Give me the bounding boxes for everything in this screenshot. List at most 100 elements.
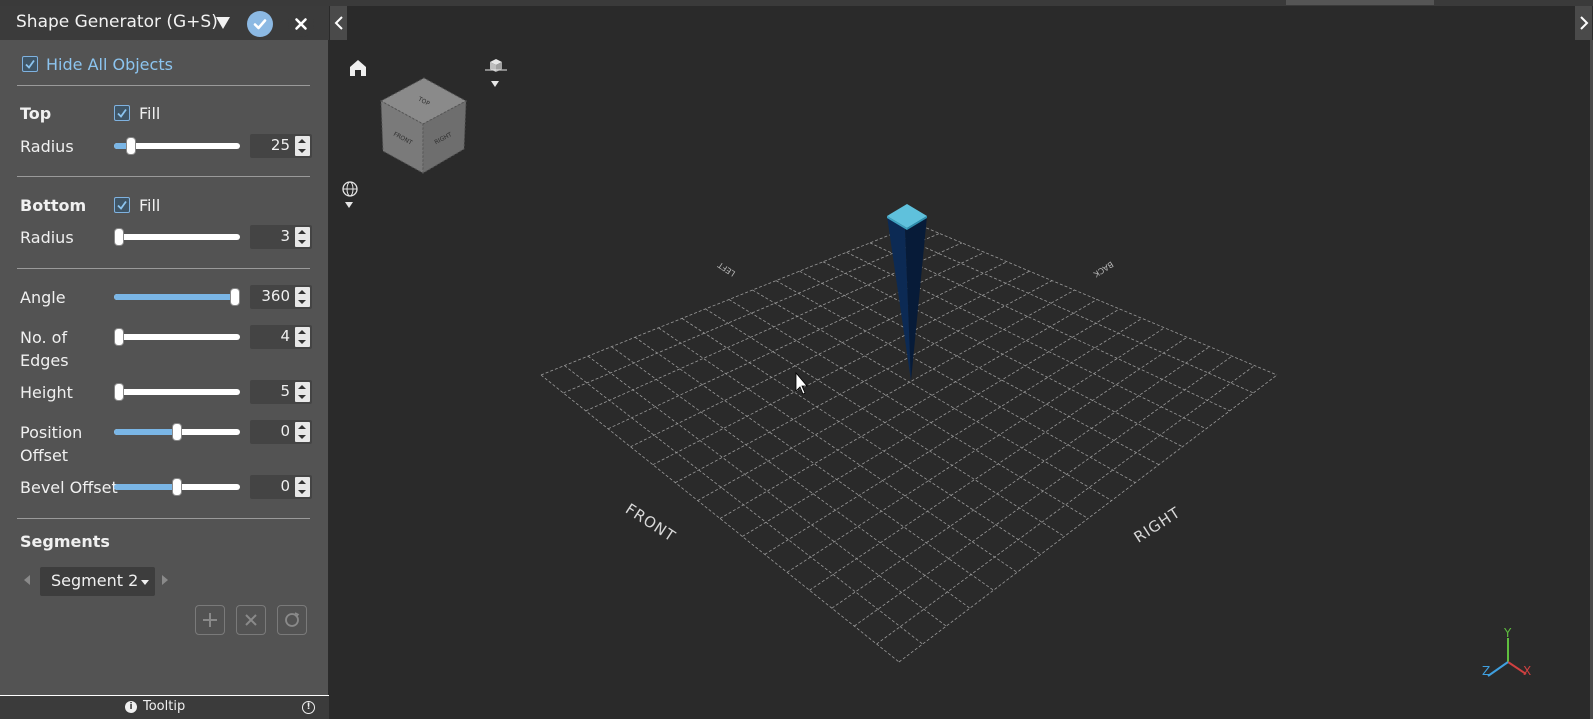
refresh-icon <box>285 612 300 627</box>
hide-all-objects-checkbox[interactable] <box>22 56 38 72</box>
position-offset-input[interactable]: 0 <box>250 420 312 444</box>
grid-line <box>634 336 994 591</box>
grid-line <box>898 374 1278 663</box>
bevel-offset-value[interactable]: 0 <box>280 477 290 495</box>
view-cube[interactable]: TOP FRONT RIGHT <box>379 77 468 174</box>
divider <box>17 268 310 269</box>
edges-input[interactable]: 4 <box>250 325 312 349</box>
spinner-arrows-icon[interactable] <box>295 422 310 442</box>
angle-value[interactable]: 360 <box>261 287 290 305</box>
top-radius-value[interactable]: 25 <box>271 136 290 154</box>
spinner-arrows-icon[interactable] <box>295 477 310 497</box>
tooltip-bar[interactable]: i Tooltip ! <box>0 695 329 719</box>
grid-line <box>916 223 1278 376</box>
bottom-heading: Bottom <box>20 196 87 215</box>
axis-label-x: X <box>1523 664 1531 678</box>
grid-label-back: BACK <box>1091 259 1115 279</box>
spinner-arrows-icon[interactable] <box>295 382 310 402</box>
confirm-button[interactable] <box>247 11 273 37</box>
divider <box>17 518 310 519</box>
segments-heading: Segments <box>20 532 110 551</box>
top-scrollbar-thumb[interactable] <box>1286 0 1434 5</box>
top-fill-label: Fill <box>139 104 161 123</box>
segment-dropdown-value: Segment 2 <box>51 571 139 590</box>
top-radius-label: Radius <box>20 137 74 156</box>
axis-label-y: Y <box>1503 626 1512 640</box>
hide-all-objects-label[interactable]: Hide All Objects <box>46 53 173 76</box>
position-offset-label: Position Offset <box>20 423 83 465</box>
close-button[interactable] <box>288 11 314 37</box>
height-label: Height <box>20 383 73 402</box>
chevron-right-icon <box>1579 16 1588 30</box>
angle-input[interactable]: 360 <box>250 285 312 309</box>
grid-line <box>876 365 1255 645</box>
grid-line <box>587 355 947 627</box>
grid-line <box>799 270 1160 466</box>
collapse-panel-button[interactable] <box>330 6 347 40</box>
panel-menu-caret-icon[interactable] <box>216 17 230 29</box>
grid-line <box>697 289 1075 501</box>
panel-title: Shape Generator (G+S) <box>16 12 218 32</box>
grid-line <box>786 327 1165 573</box>
spinner-arrows-icon[interactable] <box>295 136 310 156</box>
bottom-radius-value[interactable]: 3 <box>280 227 290 245</box>
previous-segment-arrow-icon[interactable] <box>24 575 30 585</box>
slider-handle[interactable] <box>230 288 240 306</box>
shape-generator-panel: Shape Generator (G+S) Hide All Objects T… <box>0 6 329 719</box>
grid-label-front: FRONT <box>622 500 679 546</box>
bevel-offset-label: Bevel Offset <box>20 478 118 497</box>
position-offset-slider[interactable] <box>114 422 240 442</box>
bottom-fill-checkbox[interactable] <box>114 197 130 213</box>
grid-line <box>742 308 1120 537</box>
top-fill-checkbox[interactable] <box>114 105 130 121</box>
home-icon[interactable] <box>350 60 366 76</box>
slider-handle[interactable] <box>172 423 182 441</box>
slider-handle[interactable] <box>114 328 124 346</box>
bottom-radius-label: Radius <box>20 228 74 247</box>
height-slider[interactable] <box>114 382 240 402</box>
globe-navigation-icon[interactable] <box>342 181 358 208</box>
grid-label-left: LEFT <box>716 260 737 278</box>
3d-scene[interactable]: TOP FRONT RIGHT FRONT RIGHT LEFT BACK Y … <box>330 6 1593 719</box>
expand-right-panel-button[interactable] <box>1575 6 1592 40</box>
angle-slider[interactable] <box>114 287 240 307</box>
panel-titlebar: Shape Generator (G+S) <box>0 6 329 40</box>
chevron-left-icon <box>334 16 343 30</box>
spinner-arrows-icon[interactable] <box>295 287 310 307</box>
axis-label-z: Z <box>1482 664 1490 678</box>
spinner-arrows-icon[interactable] <box>295 327 310 347</box>
slider-handle[interactable] <box>172 478 182 496</box>
close-icon <box>245 614 257 626</box>
checkmark-icon <box>253 19 267 30</box>
top-radius-slider[interactable] <box>114 136 240 156</box>
add-segment-button[interactable] <box>195 605 225 635</box>
checkmark-icon <box>117 108 127 118</box>
3d-viewport[interactable]: TOP FRONT RIGHT FRONT RIGHT LEFT BACK Y … <box>330 6 1593 719</box>
bottom-radius-slider[interactable] <box>114 227 240 247</box>
grid-line <box>809 336 1188 591</box>
slider-handle[interactable] <box>125 137 136 155</box>
info-circle-icon[interactable]: ! <box>302 701 315 714</box>
edges-label: No. of Edges <box>20 328 69 370</box>
top-heading: Top <box>20 104 52 123</box>
info-icon: i <box>125 701 137 713</box>
next-segment-arrow-icon[interactable] <box>162 575 168 585</box>
checkmark-icon <box>117 200 127 210</box>
slider-handle[interactable] <box>114 228 124 246</box>
camera-projection-icon[interactable] <box>485 59 507 87</box>
spinner-arrows-icon[interactable] <box>295 227 310 247</box>
bevel-offset-slider[interactable] <box>114 477 240 497</box>
segment-dropdown[interactable]: Segment 2 <box>40 567 155 596</box>
tooltip-label[interactable]: Tooltip <box>143 699 185 714</box>
height-input[interactable]: 5 <box>250 380 312 404</box>
position-offset-value[interactable]: 0 <box>280 422 290 440</box>
top-radius-input[interactable]: 25 <box>250 134 312 158</box>
bottom-radius-input[interactable]: 3 <box>250 225 312 249</box>
slider-handle[interactable] <box>114 383 124 401</box>
edges-value[interactable]: 4 <box>280 327 290 345</box>
height-value[interactable]: 5 <box>280 382 290 400</box>
edges-slider[interactable] <box>114 327 240 347</box>
bevel-offset-input[interactable]: 0 <box>250 475 312 499</box>
reset-segment-button[interactable] <box>277 605 307 635</box>
delete-segment-button[interactable] <box>236 605 266 635</box>
